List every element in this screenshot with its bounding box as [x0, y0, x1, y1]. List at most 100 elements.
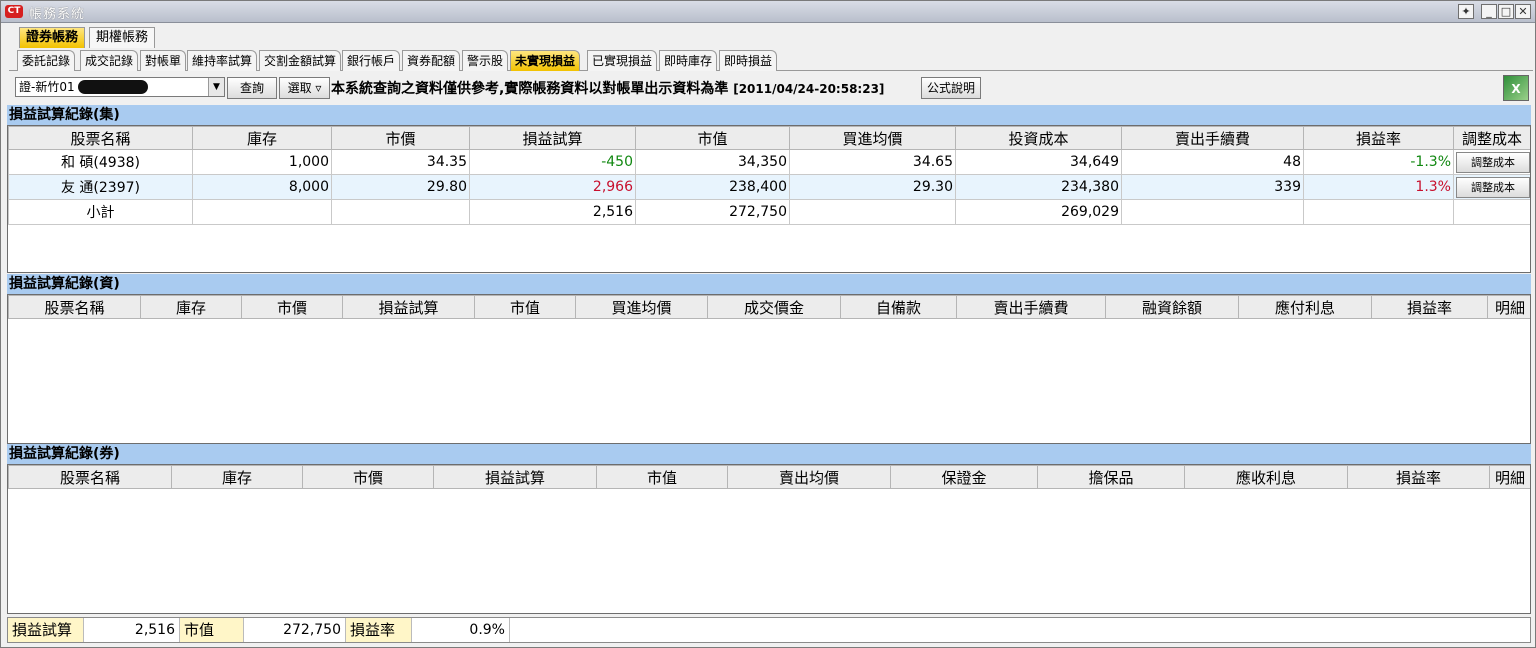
tab-securities-account[interactable]: 證券帳務 [19, 27, 86, 48]
col-pl-estimate[interactable]: 損益試算 [433, 465, 597, 489]
col-collateral[interactable]: 擔保品 [1037, 465, 1185, 489]
cash-pl-grid: 股票名稱 庫存 市價 損益試算 市值 買進均價 投資成本 賣出手續費 損益率 調… [7, 125, 1531, 273]
account-select[interactable]: 證-新竹01 ▼ [15, 77, 225, 97]
pin-icon[interactable]: ✦ [1458, 4, 1474, 19]
sell-fee: 48 [1121, 149, 1304, 175]
col-details[interactable]: 明細 [1489, 465, 1530, 489]
col-market-price[interactable]: 市價 [331, 126, 470, 150]
col-deposit[interactable]: 保證金 [890, 465, 1038, 489]
maximize-button[interactable]: □ [1498, 4, 1514, 19]
market-price [331, 199, 470, 225]
col-pl-estimate[interactable]: 損益試算 [342, 295, 475, 319]
col-pl-rate[interactable]: 損益率 [1371, 295, 1488, 319]
investment-cost-subtotal: 269,029 [955, 199, 1122, 225]
excel-export-icon[interactable]: X [1503, 75, 1529, 101]
adjust-cost-cell [1453, 199, 1530, 225]
tab-order-records[interactable]: 委託記錄 [17, 50, 76, 71]
stock-name: 和 碩(4938) [8, 149, 193, 175]
pl-rate: 1.3% [1303, 174, 1454, 200]
summary-pl-label: 損益試算 [8, 618, 84, 642]
col-sell-fee[interactable]: 賣出手續費 [1121, 126, 1304, 150]
adjust-cost-cell: 調整成本 [1453, 174, 1530, 200]
query-button[interactable]: 查詢 [227, 77, 277, 99]
chevron-down-icon[interactable]: ▼ [208, 78, 224, 96]
col-inventory[interactable]: 庫存 [171, 465, 303, 489]
margin-pl-table: 股票名稱 庫存 市價 損益試算 市值 買進均價 成交價金 自備款 賣出手續費 融… [8, 295, 1530, 319]
col-avg-sell-price[interactable]: 賣出均價 [727, 465, 891, 489]
summary-mv-label: 市值 [180, 618, 244, 642]
col-adjust-cost[interactable]: 調整成本 [1453, 126, 1530, 150]
formula-help-button[interactable]: 公式說明 [921, 77, 981, 99]
summary-rate-value: 0.9% [412, 618, 510, 642]
col-self-fund[interactable]: 自備款 [840, 295, 957, 319]
col-market-value[interactable]: 市值 [596, 465, 728, 489]
tab-realtime-inventory[interactable]: 即時庫存 [659, 50, 718, 71]
minimize-button[interactable]: _ [1481, 4, 1497, 19]
col-inventory[interactable]: 庫存 [192, 126, 332, 150]
market-price: 29.80 [331, 174, 470, 200]
close-button[interactable]: ✕ [1515, 4, 1531, 19]
top-tabbar: 證券帳務 期權帳務 [1, 24, 1535, 48]
col-pl-rate[interactable]: 損益率 [1347, 465, 1490, 489]
col-interest-receivable[interactable]: 應收利息 [1184, 465, 1348, 489]
tab-alert-stocks[interactable]: 警示股 [462, 50, 509, 71]
summary-rate-label: 損益率 [346, 618, 412, 642]
disclaimer-text: 本系統查詢之資料僅供參考,實際帳務資料以對帳單出示資料為準 [2011/04/2… [331, 78, 884, 98]
col-stock-name[interactable]: 股票名稱 [8, 295, 141, 319]
col-pl-estimate[interactable]: 損益試算 [469, 126, 636, 150]
adjust-cost-button[interactable]: 調整成本 [1456, 151, 1530, 173]
tab-futures-account[interactable]: 期權帳務 [89, 27, 156, 48]
col-market-value[interactable]: 市值 [635, 126, 790, 150]
col-interest-payable[interactable]: 應付利息 [1238, 295, 1372, 319]
table-row[interactable]: 和 碩(4938) 1,000 34.35 -450 34,350 34.65 … [8, 149, 1530, 175]
col-avg-buy-price[interactable]: 買進均價 [789, 126, 956, 150]
tab-statement[interactable]: 對帳單 [140, 50, 187, 71]
short-pl-table: 股票名稱 庫存 市價 損益試算 市值 賣出均價 保證金 擔保品 應收利息 損益率… [8, 465, 1530, 489]
inventory: 8,000 [192, 174, 332, 200]
col-market-price[interactable]: 市價 [241, 295, 343, 319]
table-row[interactable]: 友 通(2397) 8,000 29.80 2,966 238,400 29.3… [8, 174, 1530, 200]
pl-rate: -1.3% [1303, 149, 1454, 175]
tab-settlement-calc[interactable]: 交割金額試算 [259, 50, 342, 71]
col-avg-buy-price[interactable]: 買進均價 [575, 295, 708, 319]
query-timestamp: [2011/04/24-20:58:23] [733, 82, 885, 96]
col-stock-name[interactable]: 股票名稱 [8, 465, 172, 489]
col-sell-fee[interactable]: 賣出手續費 [956, 295, 1106, 319]
select-button-label: 選取 [287, 81, 312, 95]
col-investment-cost[interactable]: 投資成本 [955, 126, 1122, 150]
tab-bank-account[interactable]: 銀行帳戶 [342, 50, 401, 71]
tab-unrealized-pl[interactable]: 未實現損益 [510, 50, 581, 71]
tab-trade-records[interactable]: 成交記錄 [80, 50, 139, 71]
col-market-price[interactable]: 市價 [302, 465, 434, 489]
col-margin-balance[interactable]: 融資餘額 [1105, 295, 1239, 319]
col-pl-rate[interactable]: 損益率 [1303, 126, 1454, 150]
col-inventory[interactable]: 庫存 [140, 295, 242, 319]
tab-margin-ratio-calc[interactable]: 維持率試算 [187, 50, 258, 71]
summary-mv-value: 272,750 [244, 618, 346, 642]
pl-estimate: 2,966 [469, 174, 636, 200]
avg-buy-price: 34.65 [789, 149, 956, 175]
title-bar: CT 帳務系統 ✦ _ □ ✕ [1, 1, 1535, 23]
col-stock-name[interactable]: 股票名稱 [8, 126, 193, 150]
market-value: 238,400 [635, 174, 790, 200]
adjust-cost-button[interactable]: 調整成本 [1456, 176, 1530, 198]
col-market-value[interactable]: 市值 [474, 295, 576, 319]
table-header: 股票名稱 庫存 市價 損益試算 市值 賣出均價 保證金 擔保品 應收利息 損益率… [8, 465, 1530, 489]
select-button[interactable]: 選取 ▿ [279, 77, 330, 99]
account-select-value: 證-新竹01 [19, 80, 75, 94]
app-logo-icon: CT [5, 5, 23, 18]
market-value: 34,350 [635, 149, 790, 175]
sell-fee [1121, 199, 1304, 225]
tab-margin-quota[interactable]: 資券配額 [402, 50, 461, 71]
market-value-subtotal: 272,750 [635, 199, 790, 225]
col-trade-amount[interactable]: 成交價金 [707, 295, 841, 319]
avg-buy-price [789, 199, 956, 225]
subtotal-label: 小計 [8, 199, 193, 225]
pl-estimate: -450 [469, 149, 636, 175]
tab-realtime-pl[interactable]: 即時損益 [719, 50, 778, 71]
dropdown-arrow-icon: ▿ [315, 81, 322, 95]
table-header: 股票名稱 庫存 市價 損益試算 市值 買進均價 投資成本 賣出手續費 損益率 調… [8, 126, 1530, 150]
inventory [192, 199, 332, 225]
col-details[interactable]: 明細 [1487, 295, 1530, 319]
tab-realized-pl[interactable]: 已實現損益 [587, 50, 658, 71]
